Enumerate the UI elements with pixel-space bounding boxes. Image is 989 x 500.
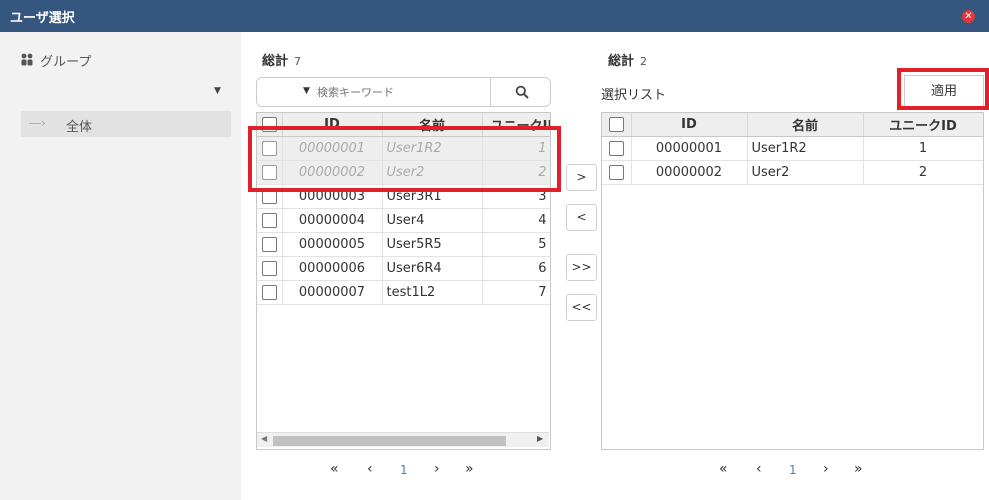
selected-grid-header: ID 名前 ユニークID xyxy=(602,113,983,137)
row-checkbox[interactable] xyxy=(257,232,283,257)
last-page-button[interactable]: » xyxy=(854,461,863,477)
selected-total: 総計 2 xyxy=(608,50,647,69)
search-input[interactable] xyxy=(315,82,489,102)
horizontal-scrollbar[interactable]: ◀ ▶ xyxy=(257,432,549,447)
close-icon[interactable]: ✕ xyxy=(962,10,975,23)
dialog-title: ユーザ選択 xyxy=(10,11,75,26)
table-row[interactable]: 00000004 User4 4 xyxy=(257,208,550,233)
cell-name: User1R2 xyxy=(747,136,864,161)
prev-page-button[interactable]: ‹ xyxy=(367,461,373,477)
row-checkbox[interactable] xyxy=(602,160,632,185)
remove-all-button[interactable]: << xyxy=(566,294,597,321)
group-header: グループ xyxy=(20,51,91,70)
cell-unique-id: 1 xyxy=(863,136,983,161)
current-page[interactable]: 1 xyxy=(789,463,797,477)
group-panel: グループ ▼ ―› 全体 xyxy=(0,32,241,500)
cell-unique-id: 7 xyxy=(482,280,550,305)
table-row[interactable]: 00000002 User2 2 xyxy=(602,160,983,185)
scroll-left-icon[interactable]: ◀ xyxy=(261,434,267,443)
available-total-label: 総計 xyxy=(262,54,289,69)
scroll-right-icon[interactable]: ▶ xyxy=(537,434,543,443)
tree-expand-icon: ―› xyxy=(29,116,46,130)
column-header-id[interactable]: ID xyxy=(631,113,748,137)
table-row[interactable]: 00000007 test1L2 7 xyxy=(257,280,550,305)
group-label: グループ xyxy=(40,55,92,70)
group-dropdown-icon[interactable]: ▼ xyxy=(214,86,221,96)
cell-name: test1L2 xyxy=(382,280,483,305)
row-checkbox[interactable] xyxy=(257,208,283,233)
tree-item-label: 全体 xyxy=(66,120,93,135)
first-page-button[interactable]: « xyxy=(719,461,728,477)
search-type-dropdown-icon[interactable]: ▼ xyxy=(303,86,310,96)
selected-total-count: 2 xyxy=(640,55,648,68)
select-all-checkbox[interactable] xyxy=(602,113,632,137)
column-header-unique-id[interactable]: ユニークID xyxy=(863,113,983,137)
selection-list-label: 選択リスト xyxy=(601,88,667,103)
selected-total-label: 総計 xyxy=(608,54,635,69)
column-header-name[interactable]: 名前 xyxy=(747,113,864,137)
available-total-count: 7 xyxy=(294,55,302,68)
cell-id: 00000001 xyxy=(631,136,748,161)
search-button[interactable] xyxy=(490,78,551,106)
cell-id: 00000007 xyxy=(282,280,383,305)
cell-id: 00000006 xyxy=(282,256,383,281)
tree-item-all[interactable]: ―› 全体 xyxy=(21,111,231,137)
cell-unique-id: 2 xyxy=(863,160,983,185)
row-checkbox[interactable] xyxy=(257,256,283,281)
cell-name: User4 xyxy=(382,208,483,233)
search-icon xyxy=(515,85,529,99)
cell-unique-id: 4 xyxy=(482,208,550,233)
cell-name: User6R4 xyxy=(382,256,483,281)
available-total: 総計 7 xyxy=(262,50,301,69)
add-selected-button[interactable]: > xyxy=(566,164,597,191)
selected-user-grid: ID 名前 ユニークID 00000001 User1R2 1 00000002… xyxy=(601,112,984,450)
cell-id: 00000005 xyxy=(282,232,383,257)
highlight-apply-button xyxy=(897,68,989,110)
users-icon xyxy=(20,52,36,70)
cell-name: User2 xyxy=(747,160,864,185)
first-page-button[interactable]: « xyxy=(330,461,339,477)
cell-id: 00000002 xyxy=(631,160,748,185)
remove-selected-button[interactable]: < xyxy=(566,204,597,231)
cell-name: User5R5 xyxy=(382,232,483,257)
cell-unique-id: 5 xyxy=(482,232,550,257)
add-all-button[interactable]: >> xyxy=(566,254,597,281)
scrollbar-thumb[interactable] xyxy=(273,436,506,446)
search-bar: ▼ xyxy=(256,77,551,107)
table-row[interactable]: 00000001 User1R2 1 xyxy=(602,136,983,161)
current-page[interactable]: 1 xyxy=(400,463,408,477)
cell-unique-id: 6 xyxy=(482,256,550,281)
prev-page-button[interactable]: ‹ xyxy=(756,461,762,477)
next-page-button[interactable]: › xyxy=(434,461,440,477)
row-checkbox[interactable] xyxy=(257,280,283,305)
cell-id: 00000004 xyxy=(282,208,383,233)
table-row[interactable]: 00000006 User6R4 6 xyxy=(257,256,550,281)
last-page-button[interactable]: » xyxy=(465,461,474,477)
next-page-button[interactable]: › xyxy=(823,461,829,477)
table-row[interactable]: 00000005 User5R5 5 xyxy=(257,232,550,257)
dialog-titlebar: ユーザ選択 ✕ xyxy=(0,0,989,32)
highlight-selected-rows xyxy=(248,126,561,192)
row-checkbox[interactable] xyxy=(602,136,632,161)
